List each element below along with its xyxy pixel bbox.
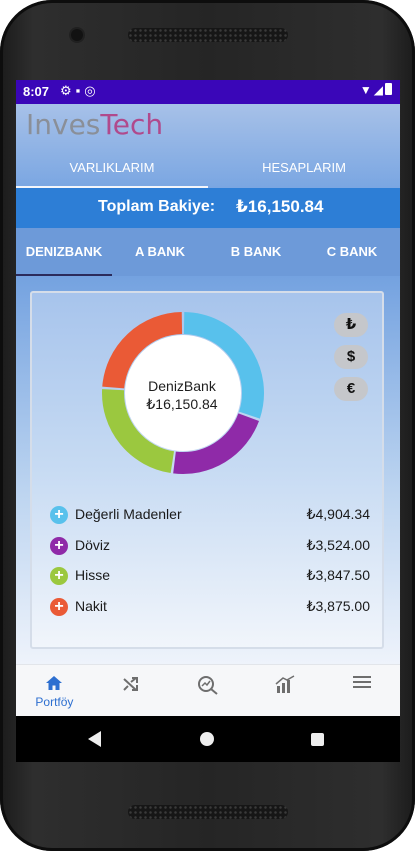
- phone-frame: 8:07 ⚙▪◎ ▼◢ InvesTech VARLIKLARIM HESAPL…: [0, 0, 415, 851]
- app-logo: InvesTech: [26, 107, 163, 143]
- portfolio-content: DenizBank ₺16,150.84 ₺ $ € + Değerli Mad…: [16, 276, 400, 664]
- status-time: 8:07: [23, 84, 50, 99]
- nav-portfoy-label: Portföy: [35, 695, 74, 709]
- legend-label: Nakit: [75, 598, 107, 614]
- system-navigation-bar: [16, 716, 400, 762]
- recents-icon[interactable]: [311, 733, 324, 746]
- tab-b-bank[interactable]: B BANK: [208, 228, 304, 276]
- currency-eur-button[interactable]: €: [334, 377, 368, 401]
- battery-icon: [385, 83, 392, 95]
- screen: 8:07 ⚙▪◎ ▼◢ InvesTech VARLIKLARIM HESAPL…: [16, 80, 400, 762]
- search-chart-icon: [197, 676, 218, 695]
- sd-card-icon: ▪: [75, 83, 85, 98]
- legend-value: ₺3,875.00: [306, 598, 370, 614]
- plus-icon[interactable]: +: [50, 506, 68, 524]
- total-balance-value: ₺16,150.84: [236, 197, 324, 216]
- nav-analysis[interactable]: [170, 665, 247, 717]
- signal-icon: ◢: [373, 83, 385, 97]
- donut-center-title: DenizBank: [148, 378, 216, 394]
- legend-label: Hisse: [75, 567, 111, 583]
- currency-try-button[interactable]: ₺: [334, 313, 368, 337]
- status-icons-left: ⚙▪◎: [60, 83, 100, 99]
- back-icon[interactable]: [88, 731, 101, 747]
- top-speaker: [128, 28, 288, 42]
- tab-denizbank[interactable]: DENIZBANK: [16, 228, 112, 276]
- tab-c-bank[interactable]: C BANK: [304, 228, 400, 276]
- total-balance-bar: Toplam Bakiye: ₺16,150.84: [16, 188, 400, 228]
- nav-transfer[interactable]: [93, 665, 170, 717]
- plus-icon[interactable]: +: [50, 598, 68, 616]
- wifi-icon: ▼: [359, 83, 374, 97]
- tab-hesaplarim[interactable]: HESAPLARIM: [208, 151, 400, 188]
- bottom-navigation: Portföy: [16, 664, 400, 717]
- nav-statistics[interactable]: [246, 665, 323, 717]
- shuffle-icon: [123, 677, 139, 691]
- status-bar: 8:07 ⚙▪◎ ▼◢: [16, 80, 400, 104]
- legend-item-doviz[interactable]: + Döviz ₺3,524.00: [50, 535, 370, 559]
- legend-label: Değerli Madenler: [75, 506, 182, 522]
- total-balance-label: Toplam Bakiye:: [98, 198, 216, 215]
- legend-label: Döviz: [75, 537, 111, 553]
- nav-menu[interactable]: [323, 665, 400, 717]
- logo-part-tech: Tech: [100, 108, 164, 141]
- donut-center-value: ₺16,150.84: [146, 396, 218, 412]
- sync-icon: ◎: [84, 83, 100, 98]
- gear-icon: ⚙: [60, 83, 76, 98]
- legend-value: ₺3,847.50: [306, 567, 370, 583]
- legend-item-nakit[interactable]: + Nakit ₺3,875.00: [50, 596, 370, 620]
- legend-item-degerli-madenler[interactable]: + Değerli Madenler ₺4,904.34: [50, 504, 370, 528]
- top-tabs: VARLIKLARIM HESAPLARIM: [16, 151, 400, 188]
- app-header: InvesTech VARLIKLARIM HESAPLARIM: [16, 104, 400, 188]
- home-circle-icon[interactable]: [200, 732, 214, 746]
- tab-varliklarim[interactable]: VARLIKLARIM: [16, 151, 208, 188]
- logo-part-inves: Inves: [26, 108, 101, 141]
- home-icon: [46, 676, 63, 690]
- legend-value: ₺3,524.00: [306, 537, 370, 553]
- legend-value: ₺4,904.34: [306, 506, 370, 522]
- nav-portfoy[interactable]: Portföy: [16, 665, 93, 717]
- bank-tabs: DENIZBANK A BANK B BANK C BANK: [16, 228, 400, 276]
- plus-icon[interactable]: +: [50, 567, 68, 585]
- plus-icon[interactable]: +: [50, 537, 68, 555]
- front-camera: [71, 29, 83, 41]
- currency-usd-button[interactable]: $: [334, 345, 368, 369]
- legend-item-hisse[interactable]: + Hisse ₺3,847.50: [50, 565, 370, 589]
- bottom-speaker: [128, 805, 288, 819]
- status-icons-right: ▼◢: [360, 83, 392, 97]
- portfolio-card: DenizBank ₺16,150.84 ₺ $ € + Değerli Mad…: [30, 291, 384, 649]
- bar-chart-icon: [275, 675, 295, 693]
- menu-icon: [352, 676, 371, 688]
- tab-a-bank[interactable]: A BANK: [112, 228, 208, 276]
